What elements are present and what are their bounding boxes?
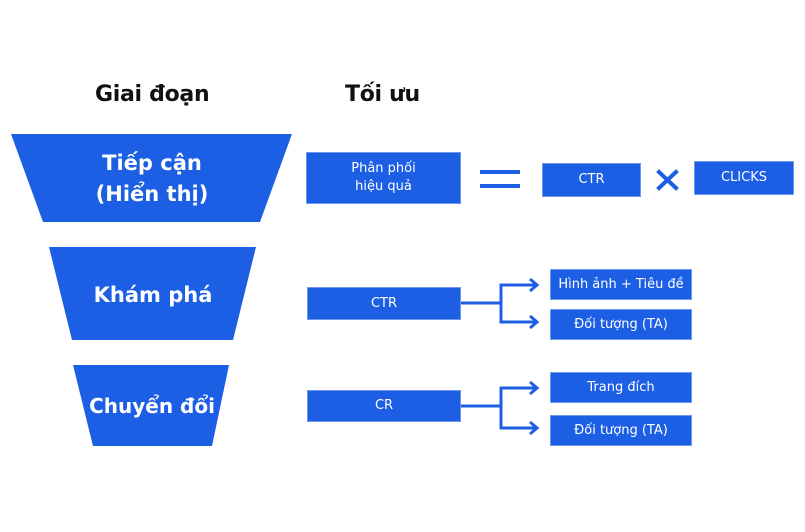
- funnel-stage-reach: [11, 134, 292, 222]
- funnel-diagram: Giai đoạn Tối ưu Tiếp cận (Hiển thị) Khá…: [0, 0, 805, 532]
- cr-metric-box: CR: [307, 390, 461, 422]
- branch-audience-box: Đối tượng (TA): [550, 309, 692, 340]
- clicks-factor-box: CLICKS: [694, 161, 794, 195]
- branch-landing-page-box: Trang đích: [550, 372, 692, 403]
- efficient-delivery-box: Phân phối hiệu quả: [306, 152, 461, 204]
- cr-branch-connector: [461, 380, 540, 436]
- funnel-stage-conversion-label: Chuyển đổi: [89, 394, 215, 418]
- equals-icon: [480, 170, 520, 188]
- funnel-stage-reach-line1: Tiếp cận: [102, 151, 202, 175]
- ctr-factor-box: CTR: [542, 163, 641, 197]
- branch-image-title-box: Hình ảnh + Tiêu đề: [550, 269, 692, 300]
- efficient-delivery-line1: Phân phối: [351, 161, 416, 176]
- funnel-shapes: Tiếp cận (Hiển thị) Khám phá Chuyển đổi: [11, 134, 679, 446]
- ctr-metric-box: CTR: [307, 287, 461, 320]
- multiply-icon: [656, 169, 679, 191]
- efficient-delivery-line2: hiệu quả: [355, 179, 412, 194]
- ctr-branch-connector: [461, 277, 540, 330]
- branch-audience-box-2: Đối tượng (TA): [550, 415, 692, 446]
- funnel-stage-reach-line2: (Hiển thị): [96, 181, 209, 206]
- funnel-stage-discovery-label: Khám phá: [94, 283, 213, 307]
